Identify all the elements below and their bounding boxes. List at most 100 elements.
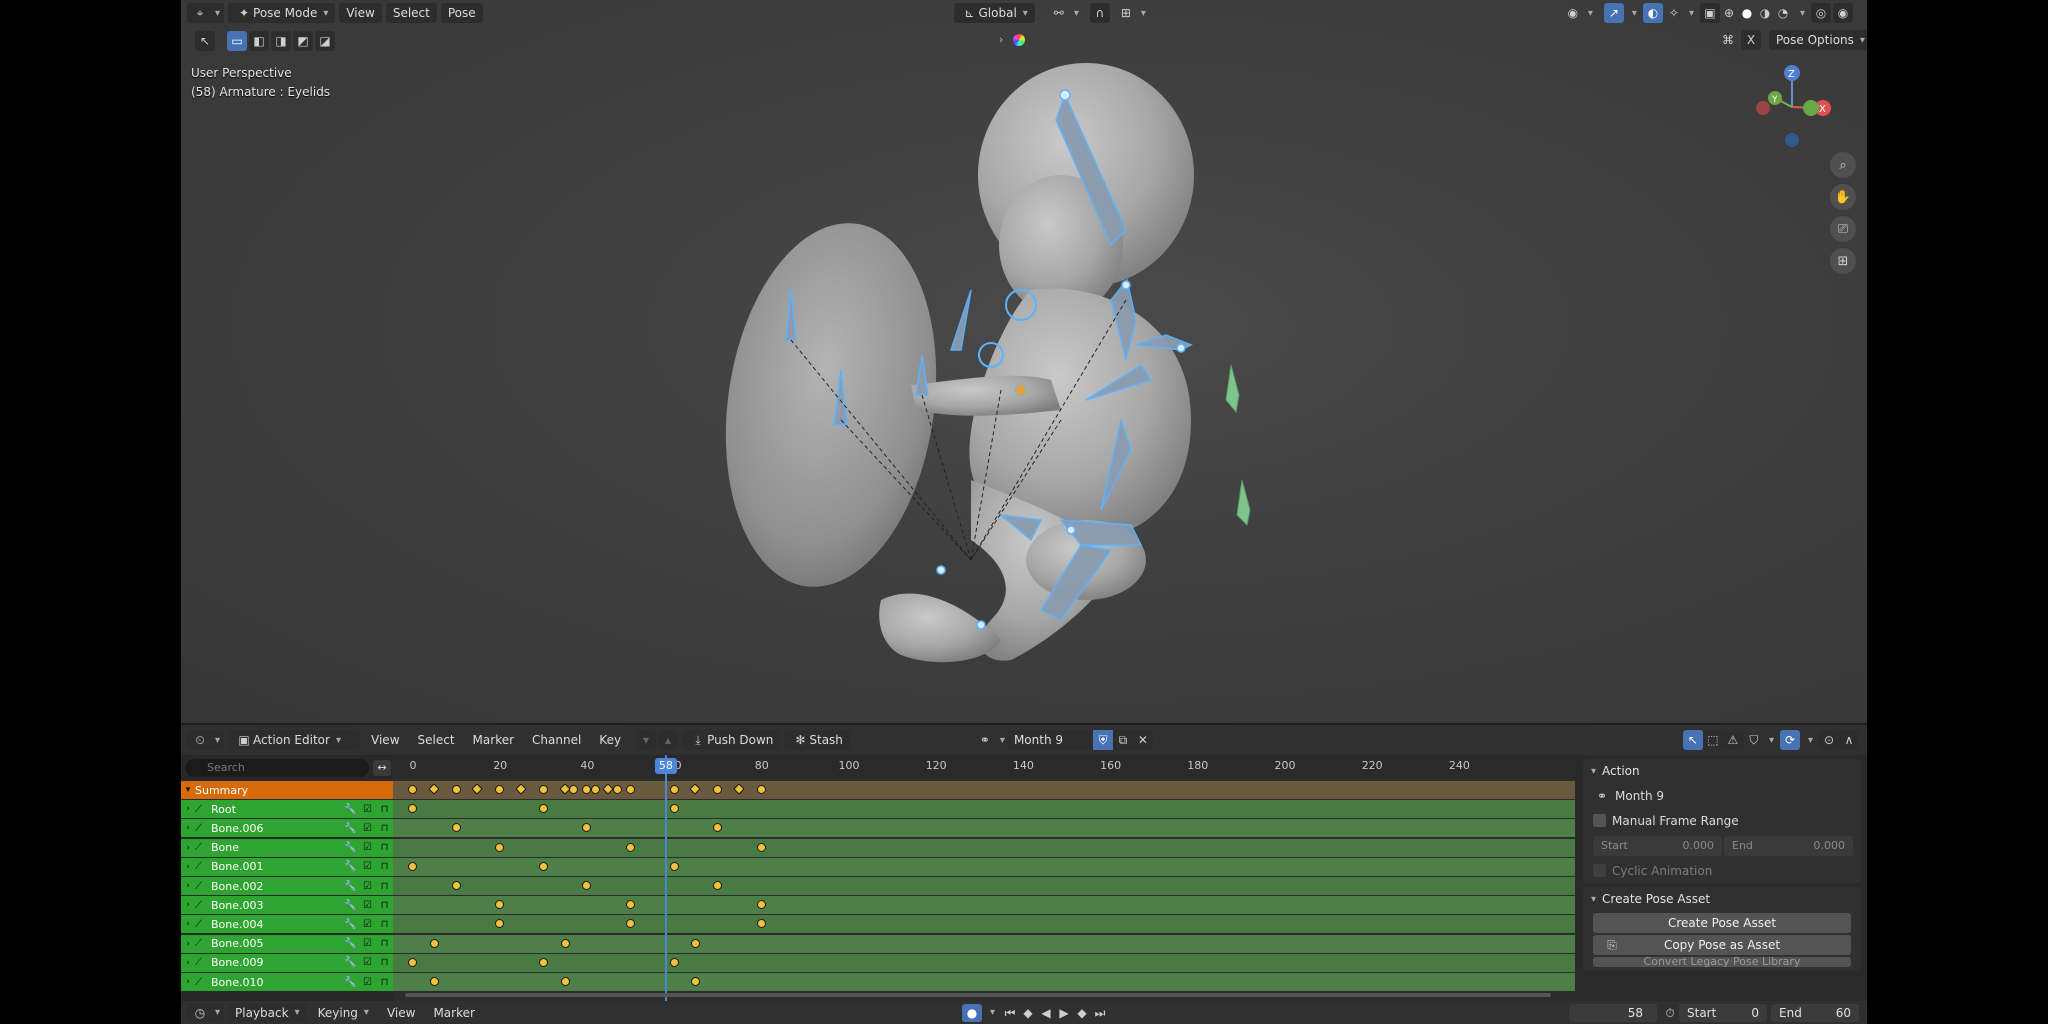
channel-lane[interactable]: [393, 953, 1575, 972]
menu-pose[interactable]: Pose: [440, 3, 483, 23]
keyframe[interactable]: [451, 785, 461, 794]
transform-orientation-select[interactable]: ⊾ Global: [953, 3, 1035, 23]
channel-lane[interactable]: [393, 877, 1575, 895]
select-intersect-icon[interactable]: ◪: [315, 31, 335, 51]
playback-menu[interactable]: Playback: [228, 1003, 307, 1022]
keyframe[interactable]: [538, 785, 548, 794]
expand-icon[interactable]: ›: [181, 977, 195, 987]
channel-lane[interactable]: [393, 800, 1575, 819]
keyframe[interactable]: [626, 919, 635, 929]
keyframe[interactable]: [428, 783, 440, 795]
layer-prev-icon[interactable]: ▾: [636, 730, 657, 750]
summary-lane[interactable]: [393, 781, 1575, 799]
stopwatch-icon[interactable]: ⏱: [1661, 1004, 1679, 1022]
color-picker-icon[interactable]: [1013, 34, 1025, 46]
keyframe[interactable]: [582, 823, 592, 833]
prev-keyframe-icon[interactable]: ◆: [1019, 1004, 1037, 1022]
proportional-edit-icon[interactable]: ⊙: [1819, 730, 1839, 750]
keyframe[interactable]: [495, 842, 505, 852]
create-pose-header[interactable]: Create Pose Asset: [1583, 887, 1861, 911]
keyframe[interactable]: [429, 977, 439, 986]
create-pose-asset-button[interactable]: Create Pose Asset: [1593, 913, 1851, 933]
keyframe[interactable]: [713, 823, 723, 833]
current-frame-field[interactable]: 58: [1569, 1003, 1657, 1022]
expand-icon[interactable]: ›: [181, 843, 195, 853]
keyframe[interactable]: [408, 861, 417, 871]
keying-set-select[interactable]: [982, 1004, 997, 1022]
push-down-button[interactable]: ⤓ Push Down: [682, 730, 781, 750]
menu-view[interactable]: View: [364, 730, 406, 750]
modifier-wrench-icon[interactable]: 🔧: [342, 919, 359, 930]
timeline-editor-type[interactable]: ◷: [187, 1003, 225, 1022]
bone-channel[interactable]: › ⟋ Bone.009 🔧 ☑ ⊓: [181, 953, 393, 972]
expand-icon[interactable]: ›: [181, 881, 195, 891]
action-panel-header[interactable]: Action: [1583, 759, 1861, 783]
keyframe[interactable]: [756, 785, 766, 794]
auto-snap-icon[interactable]: ⟳: [1779, 730, 1800, 750]
layer-next-icon[interactable]: ▴: [658, 730, 679, 750]
expand-icon[interactable]: ▾: [181, 785, 195, 795]
bone-channel[interactable]: › ⟋ Root 🔧 ☑ ⊓: [181, 800, 393, 819]
ortho-grid-icon[interactable]: ⊞: [1830, 248, 1856, 274]
modifier-wrench-icon[interactable]: 🔧: [342, 957, 359, 968]
lock-icon[interactable]: ⊓: [376, 900, 393, 911]
shading-options[interactable]: [1792, 3, 1807, 23]
xray-toggle[interactable]: ▣: [1699, 3, 1720, 23]
overlays-toggle[interactable]: ◐: [1642, 3, 1663, 23]
keyframe[interactable]: [408, 785, 417, 794]
mute-checkbox-icon[interactable]: ☑: [359, 919, 376, 930]
modifier-wrench-icon[interactable]: 🔧: [342, 900, 359, 911]
keyframe[interactable]: [669, 804, 679, 814]
lock-icon[interactable]: ⊓: [376, 938, 393, 949]
play-reverse-icon[interactable]: ◀: [1037, 1004, 1055, 1022]
lock-icon[interactable]: ⊓: [376, 823, 393, 834]
bone-channel[interactable]: › ⟋ Bone.004 🔧 ☑ ⊓: [181, 915, 393, 934]
mute-checkbox-icon[interactable]: ☑: [359, 881, 376, 892]
jump-end-icon[interactable]: ⏭: [1091, 1004, 1109, 1022]
play-icon[interactable]: ▶: [1055, 1004, 1073, 1022]
snap-select[interactable]: [1800, 730, 1815, 750]
channel-lane[interactable]: [393, 915, 1575, 934]
snap-toggle[interactable]: ∩: [1089, 3, 1110, 23]
lock-icon[interactable]: ⊓: [376, 977, 393, 988]
modifier-wrench-icon[interactable]: 🔧: [342, 861, 359, 872]
mode-select[interactable]: ✦ Pose Mode: [228, 3, 336, 23]
summary-channel[interactable]: ▾ Summary: [181, 781, 393, 799]
keyframe[interactable]: [451, 881, 461, 890]
keyframe[interactable]: [756, 919, 766, 929]
lock-icon[interactable]: ⊓: [376, 881, 393, 892]
current-frame-indicator[interactable]: 58: [654, 758, 677, 774]
bone-channel[interactable]: › ⟋ Bone.003 🔧 ☑ ⊓: [181, 896, 393, 915]
channel-lane[interactable]: [393, 857, 1575, 876]
keyframe[interactable]: [538, 861, 548, 871]
lock-icon[interactable]: ⊓: [376, 861, 393, 872]
keyframe[interactable]: [756, 900, 766, 910]
modifier-wrench-icon[interactable]: 🔧: [342, 823, 359, 834]
timeline-marker-menu[interactable]: Marker: [426, 1004, 481, 1022]
channel-lane[interactable]: [393, 896, 1575, 915]
cyclic-checkbox[interactable]: [1593, 864, 1606, 877]
modifier-wrench-icon[interactable]: 🔧: [342, 842, 359, 853]
stash-button[interactable]: ✻ Stash: [784, 730, 850, 750]
select-subtract-icon[interactable]: ◨: [271, 31, 291, 51]
start-field[interactable]: Start 0.000: [1593, 835, 1722, 856]
keyframe-area[interactable]: 020406080100120140160180200220240 58: [393, 755, 1575, 1001]
bone-channel[interactable]: › ⟋ Bone 🔧 ☑ ⊓: [181, 838, 393, 857]
pose-options-button[interactable]: Pose Options: [1769, 30, 1867, 50]
bone-channel[interactable]: › ⟋ Bone.002 🔧 ☑ ⊓: [181, 877, 393, 895]
only-selected-icon[interactable]: ↖: [1682, 730, 1703, 750]
gizmo-toggle[interactable]: ↗: [1603, 3, 1624, 23]
keyframe[interactable]: [756, 842, 766, 852]
tweak-tool-icon[interactable]: ↖: [195, 31, 215, 51]
cyclic-row[interactable]: Cyclic Animation: [1583, 858, 1861, 883]
action-browse-button[interactable]: ⚭: [974, 730, 1007, 750]
channel-lane[interactable]: [393, 838, 1575, 857]
falloff-icon[interactable]: ∧: [1839, 730, 1859, 750]
expand-icon[interactable]: ›: [181, 900, 195, 910]
mirror-x-toggle[interactable]: X: [1741, 30, 1761, 50]
bone-channel[interactable]: › ⟋ Bone.010 🔧 ☑ ⊓: [181, 973, 393, 991]
search-input[interactable]: Search: [185, 759, 369, 777]
frame-ruler[interactable]: 020406080100120140160180200220240: [393, 755, 1575, 777]
keyframe[interactable]: [713, 785, 723, 794]
select-new-icon[interactable]: ▭: [227, 31, 247, 51]
